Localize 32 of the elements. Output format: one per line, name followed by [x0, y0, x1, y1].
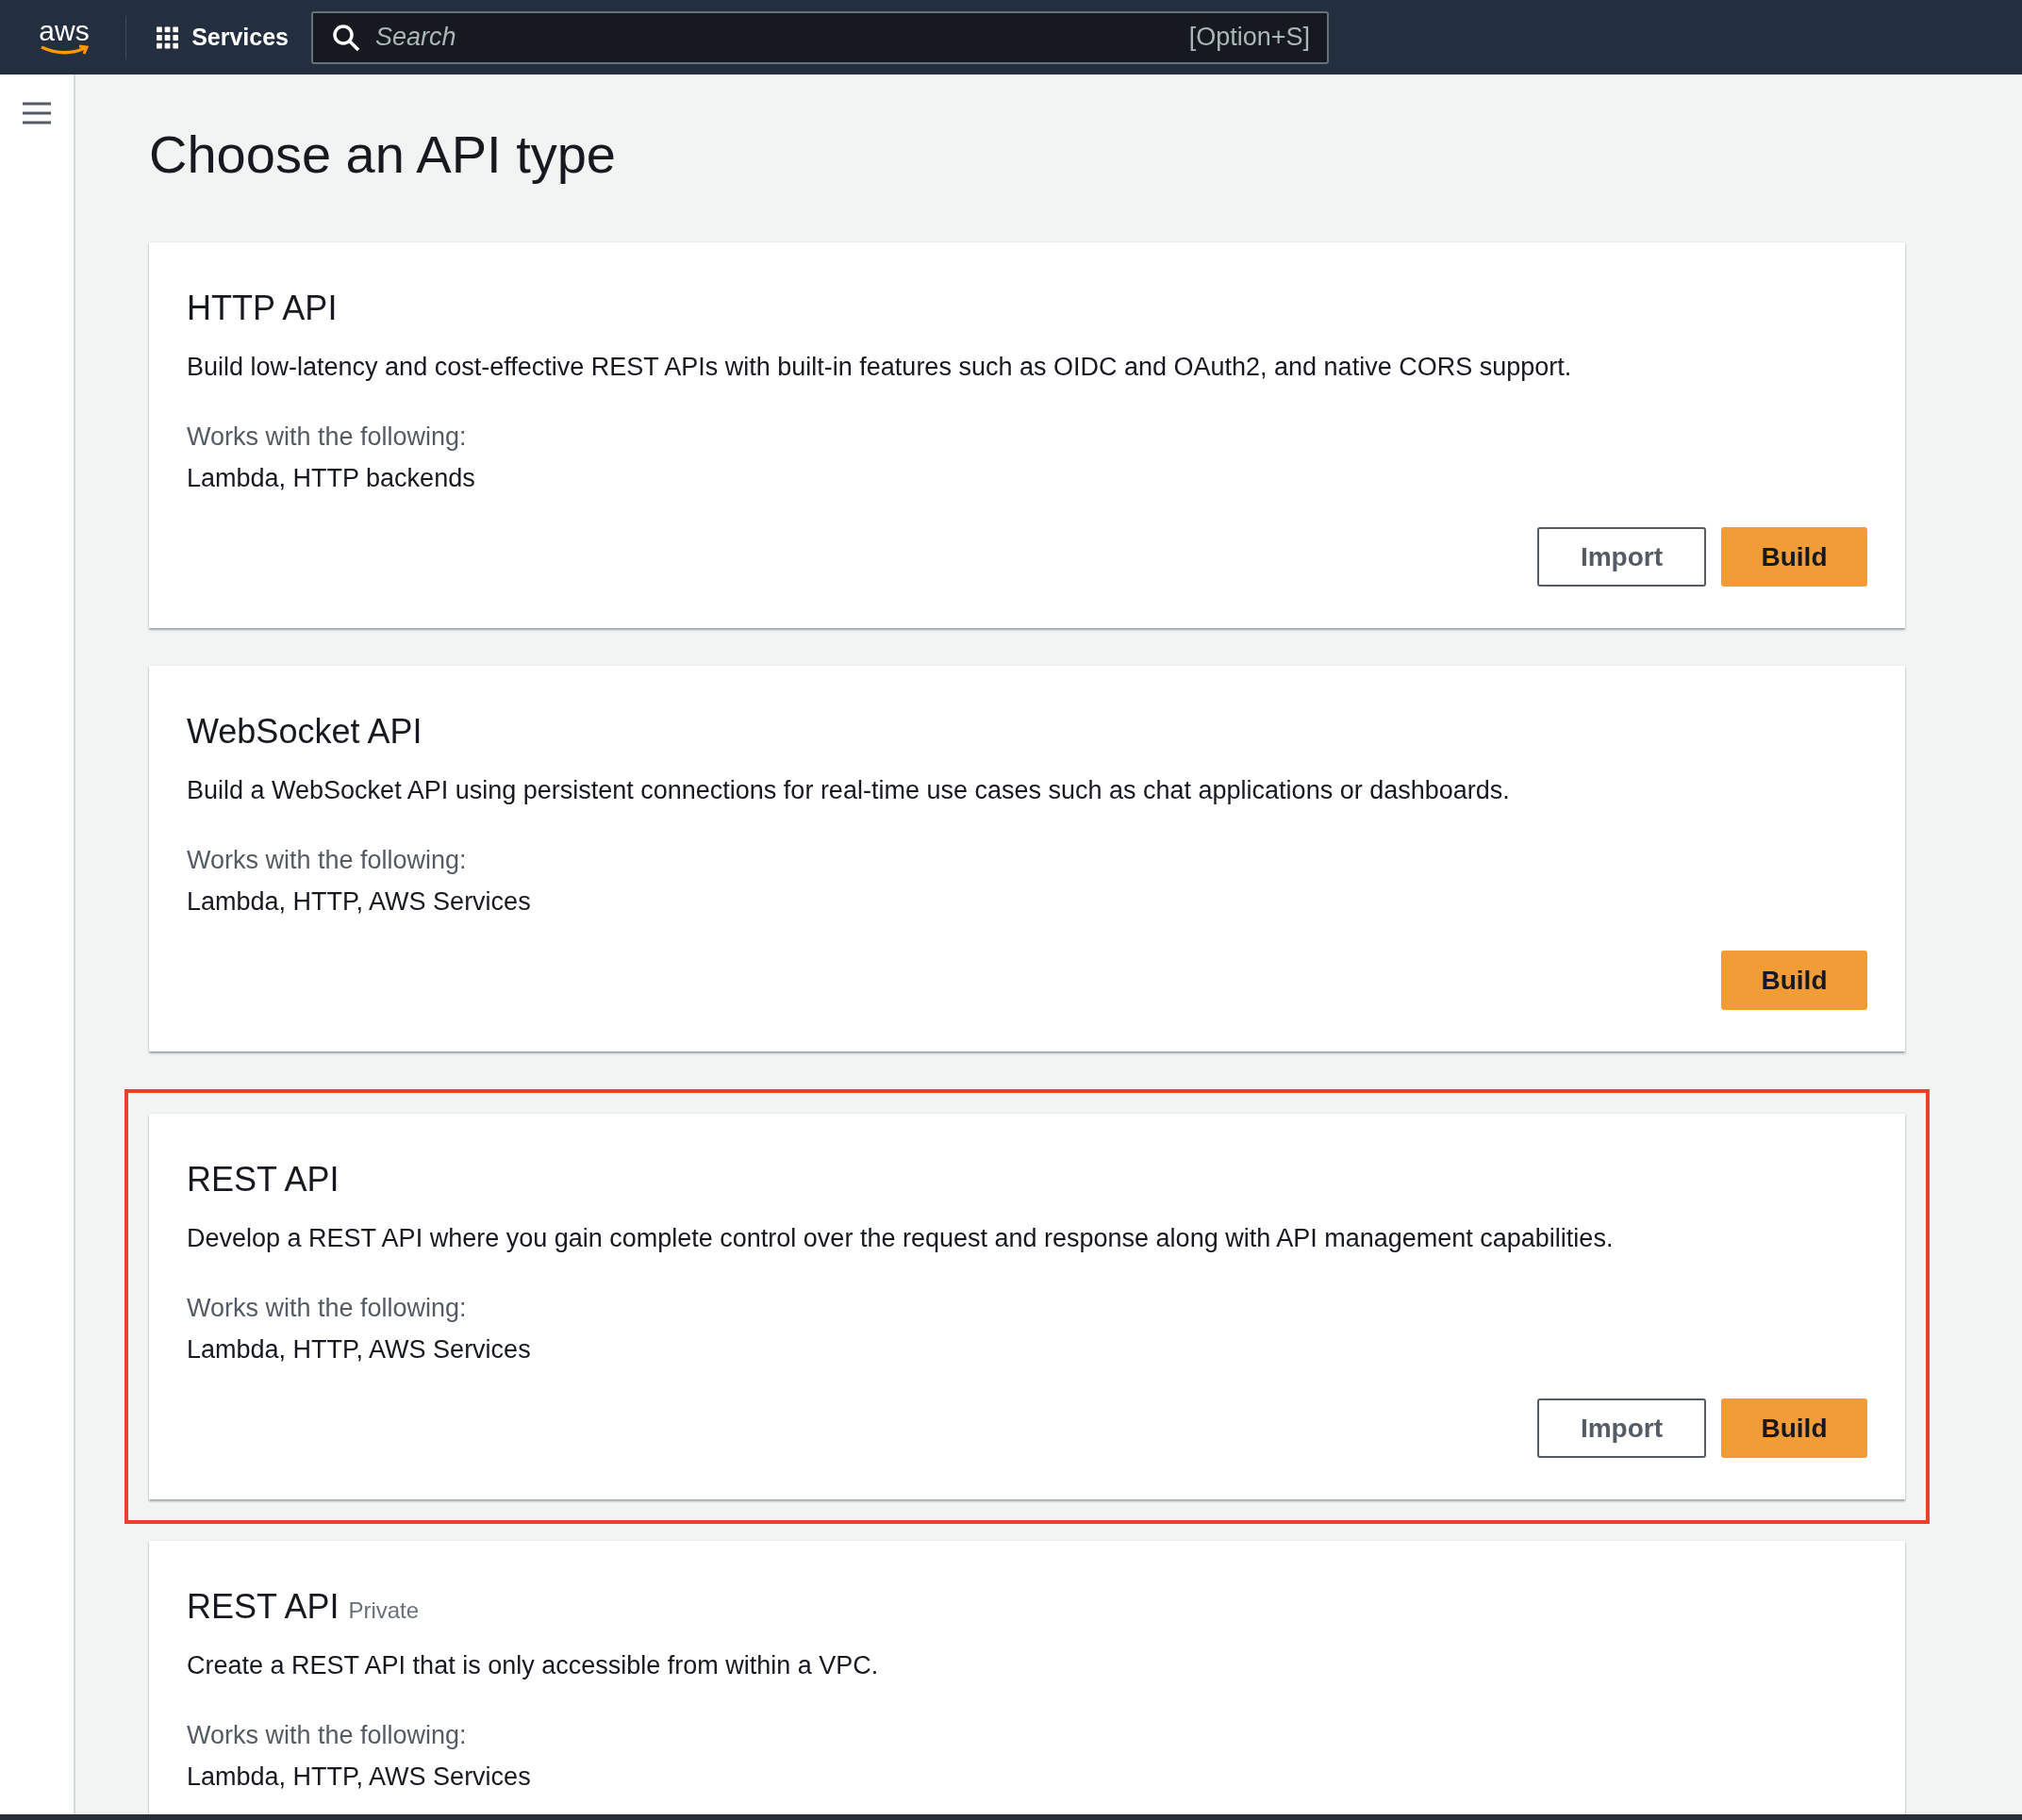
logo-text: aws [39, 19, 90, 43]
smile-arrow-icon [40, 44, 89, 56]
works-with-label: Works with the following: [187, 1720, 468, 1751]
card-description: Create a REST API that is only accessible from within a VPC. [187, 1650, 880, 1681]
works-with-value: Lambda, HTTP, AWS Services [187, 886, 532, 918]
card-description: Develop a REST API where you gain complete control over the request and response along with API management capabilities. [187, 1223, 1615, 1254]
search-input[interactable]: Search [373, 22, 1176, 53]
build-button[interactable]: Build [1721, 527, 1867, 587]
keyboard-shortcut-hint: [Option+S] [1188, 23, 1310, 52]
build-button[interactable]: Build [1721, 951, 1867, 1010]
menu-icon[interactable] [23, 102, 51, 124]
works-with-label: Works with the following: [187, 422, 468, 453]
card-description: Build low-latency and cost-effective REST APIs with built-in features such as OIDC and OAuth2, and native CORS support. [187, 352, 1573, 383]
services-menu-button[interactable]: Services [157, 22, 289, 53]
build-button[interactable]: Build [1721, 1398, 1867, 1458]
aws-logo[interactable]: aws [35, 19, 93, 56]
import-button[interactable]: Import [1537, 1398, 1706, 1458]
card-tag: Private [348, 1597, 420, 1624]
works-with-label: Works with the following: [187, 845, 468, 876]
card-title: HTTP API [187, 288, 338, 329]
works-with-value: Lambda, HTTP, AWS Services [187, 1334, 532, 1365]
card-title: REST API [187, 1159, 340, 1200]
card-description: Build a WebSocket API using persistent connections for real-time use cases such as chat applications or dashboards. [187, 775, 1511, 806]
import-button[interactable]: Import [1537, 527, 1706, 587]
card-title: WebSocket API [187, 711, 423, 753]
works-with-value: Lambda, HTTP backends [187, 463, 476, 494]
works-with-label: Works with the following: [187, 1293, 468, 1324]
search-icon [332, 23, 360, 52]
works-with-value: Lambda, HTTP, AWS Services [187, 1762, 532, 1793]
search-field[interactable]: Search [Option+S] [311, 10, 1329, 64]
page-title: Choose an API type [149, 124, 617, 186]
card-title: REST API [187, 1586, 340, 1628]
